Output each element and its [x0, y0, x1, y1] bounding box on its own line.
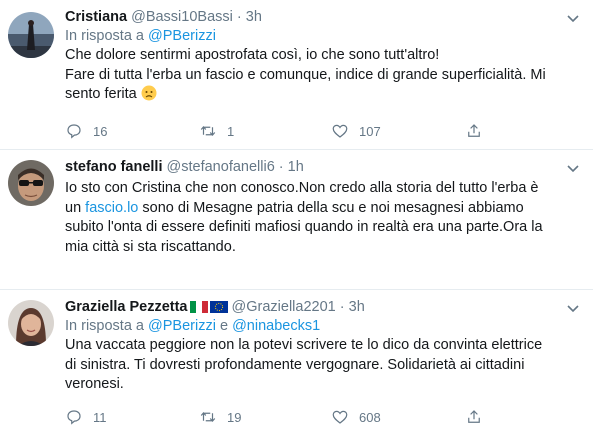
- sad-face-emoji: [141, 85, 157, 101]
- retweet-count: 1: [227, 123, 235, 139]
- share-button[interactable]: [465, 122, 483, 140]
- like-count: 107: [359, 123, 381, 139]
- mention-link[interactable]: @PBerizzi: [148, 318, 216, 334]
- author-handle[interactable]: @Graziella2201: [232, 299, 336, 315]
- reply-count: 11: [93, 409, 107, 425]
- share-icon: [468, 410, 480, 423]
- avatar[interactable]: [8, 12, 54, 58]
- reply-count: 16: [93, 123, 108, 139]
- like-button[interactable]: 608: [331, 408, 381, 426]
- tweet-line: Una vaccata peggiore non la potevi scriv…: [65, 337, 543, 353]
- share-icon: [468, 124, 480, 137]
- tweet-actions: 16 1 107: [65, 122, 593, 142]
- tweet-line: Fare di tutta l'erba un fascio e comunqu…: [65, 66, 546, 83]
- retweet-button[interactable]: 1: [199, 122, 234, 140]
- tweet-line: Che dolore sentirmi apostrofata così, io…: [65, 47, 440, 63]
- reply-prefix: In risposta a: [65, 28, 144, 44]
- tweet-header: stefano fanelli @stefanofanelli6 · 1h: [65, 158, 585, 177]
- tweet-cristiana[interactable]: Cristiana @Bassi10Bassi · 3h In risposta…: [0, 0, 593, 150]
- timestamp[interactable]: 1h: [288, 159, 304, 175]
- like-button[interactable]: 107: [331, 122, 381, 140]
- reply-button[interactable]: 16: [65, 122, 107, 140]
- tweet-line: di sinistra. Ti dovresti profondamente v…: [65, 356, 525, 373]
- tweet-header: Graziella Pezzetta @Graziella2201 · 3h: [65, 298, 585, 317]
- tweet-actions: 11 19 608: [65, 408, 593, 428]
- tweet-text: Una vaccata peggiore non la potevi scriv…: [65, 336, 585, 395]
- author-name[interactable]: Cristiana: [65, 9, 127, 25]
- tweet-line-text: un: [65, 199, 86, 216]
- author-name[interactable]: Graziella Pezzetta: [65, 299, 188, 315]
- tweet-line: mia città si sta riscattando.: [65, 238, 236, 255]
- reply-icon: [67, 410, 81, 425]
- tweet-line: veronesi.: [65, 376, 124, 392]
- reply-button[interactable]: 11: [65, 408, 107, 426]
- retweet-icon: [200, 411, 216, 423]
- tweet-text: Io sto con Cristina che non conosco.Non …: [65, 179, 585, 257]
- avatar[interactable]: [8, 160, 54, 206]
- tweet-graziella[interactable]: Graziella Pezzetta @Graziella2201 · 3h I…: [0, 290, 593, 438]
- mention-link[interactable]: @PBerizzi: [148, 28, 216, 44]
- chevron-down-icon[interactable]: [565, 160, 581, 176]
- tweet-line: sento ferita: [65, 85, 585, 105]
- like-count: 608: [359, 409, 381, 425]
- avatar[interactable]: [8, 300, 54, 346]
- tweet-line-text: sono di Mesagne patria della scu e noi m…: [138, 199, 524, 216]
- italy-flag: [189, 301, 208, 313]
- reply-prefix: In risposta a: [65, 318, 144, 334]
- tweet-line: un fascio.lo sono di Mesagne patria dell…: [65, 199, 585, 219]
- tweet-stefano[interactable]: stefano fanelli @stefanofanelli6 · 1h Io…: [0, 150, 593, 290]
- author-handle[interactable]: @Bassi10Bassi: [131, 9, 233, 25]
- chevron-down-icon[interactable]: [565, 10, 581, 26]
- tweet-text: Che dolore sentirmi apostrofata così, io…: [65, 46, 585, 105]
- separator-dot: ·: [278, 159, 284, 175]
- tweet-line-text: sento ferita: [65, 86, 137, 102]
- reply-context: In risposta a @PBerizzi: [65, 27, 585, 46]
- separator-dot: ·: [236, 9, 242, 25]
- tweet-link[interactable]: fascio.lo: [85, 200, 138, 216]
- timestamp[interactable]: 3h: [246, 9, 262, 25]
- retweet-icon: [200, 125, 216, 137]
- chevron-down-icon[interactable]: [565, 300, 581, 316]
- mention-link[interactable]: @ninabecks1: [232, 318, 320, 334]
- share-button[interactable]: [465, 408, 483, 426]
- timestamp[interactable]: 3h: [349, 299, 365, 315]
- reply-context: In risposta a @PBerizzi e @ninabecks1: [65, 317, 585, 336]
- mention-joiner: e: [219, 318, 229, 334]
- eu-flag: [209, 301, 228, 313]
- retweet-button[interactable]: 19: [199, 408, 241, 426]
- retweet-count: 19: [227, 409, 242, 425]
- author-name[interactable]: stefano fanelli: [65, 159, 163, 175]
- tweet-header: Cristiana @Bassi10Bassi · 3h: [65, 8, 585, 27]
- separator-dot: ·: [339, 299, 345, 315]
- author-handle[interactable]: @stefanofanelli6: [167, 159, 275, 175]
- tweet-line: Io sto con Cristina che non conosco.Non …: [65, 180, 539, 196]
- reply-icon: [67, 124, 81, 139]
- tweet-line: subito l'onta di essere definiti mafiosi…: [65, 219, 543, 235]
- like-icon: [332, 410, 348, 424]
- like-icon: [332, 124, 348, 138]
